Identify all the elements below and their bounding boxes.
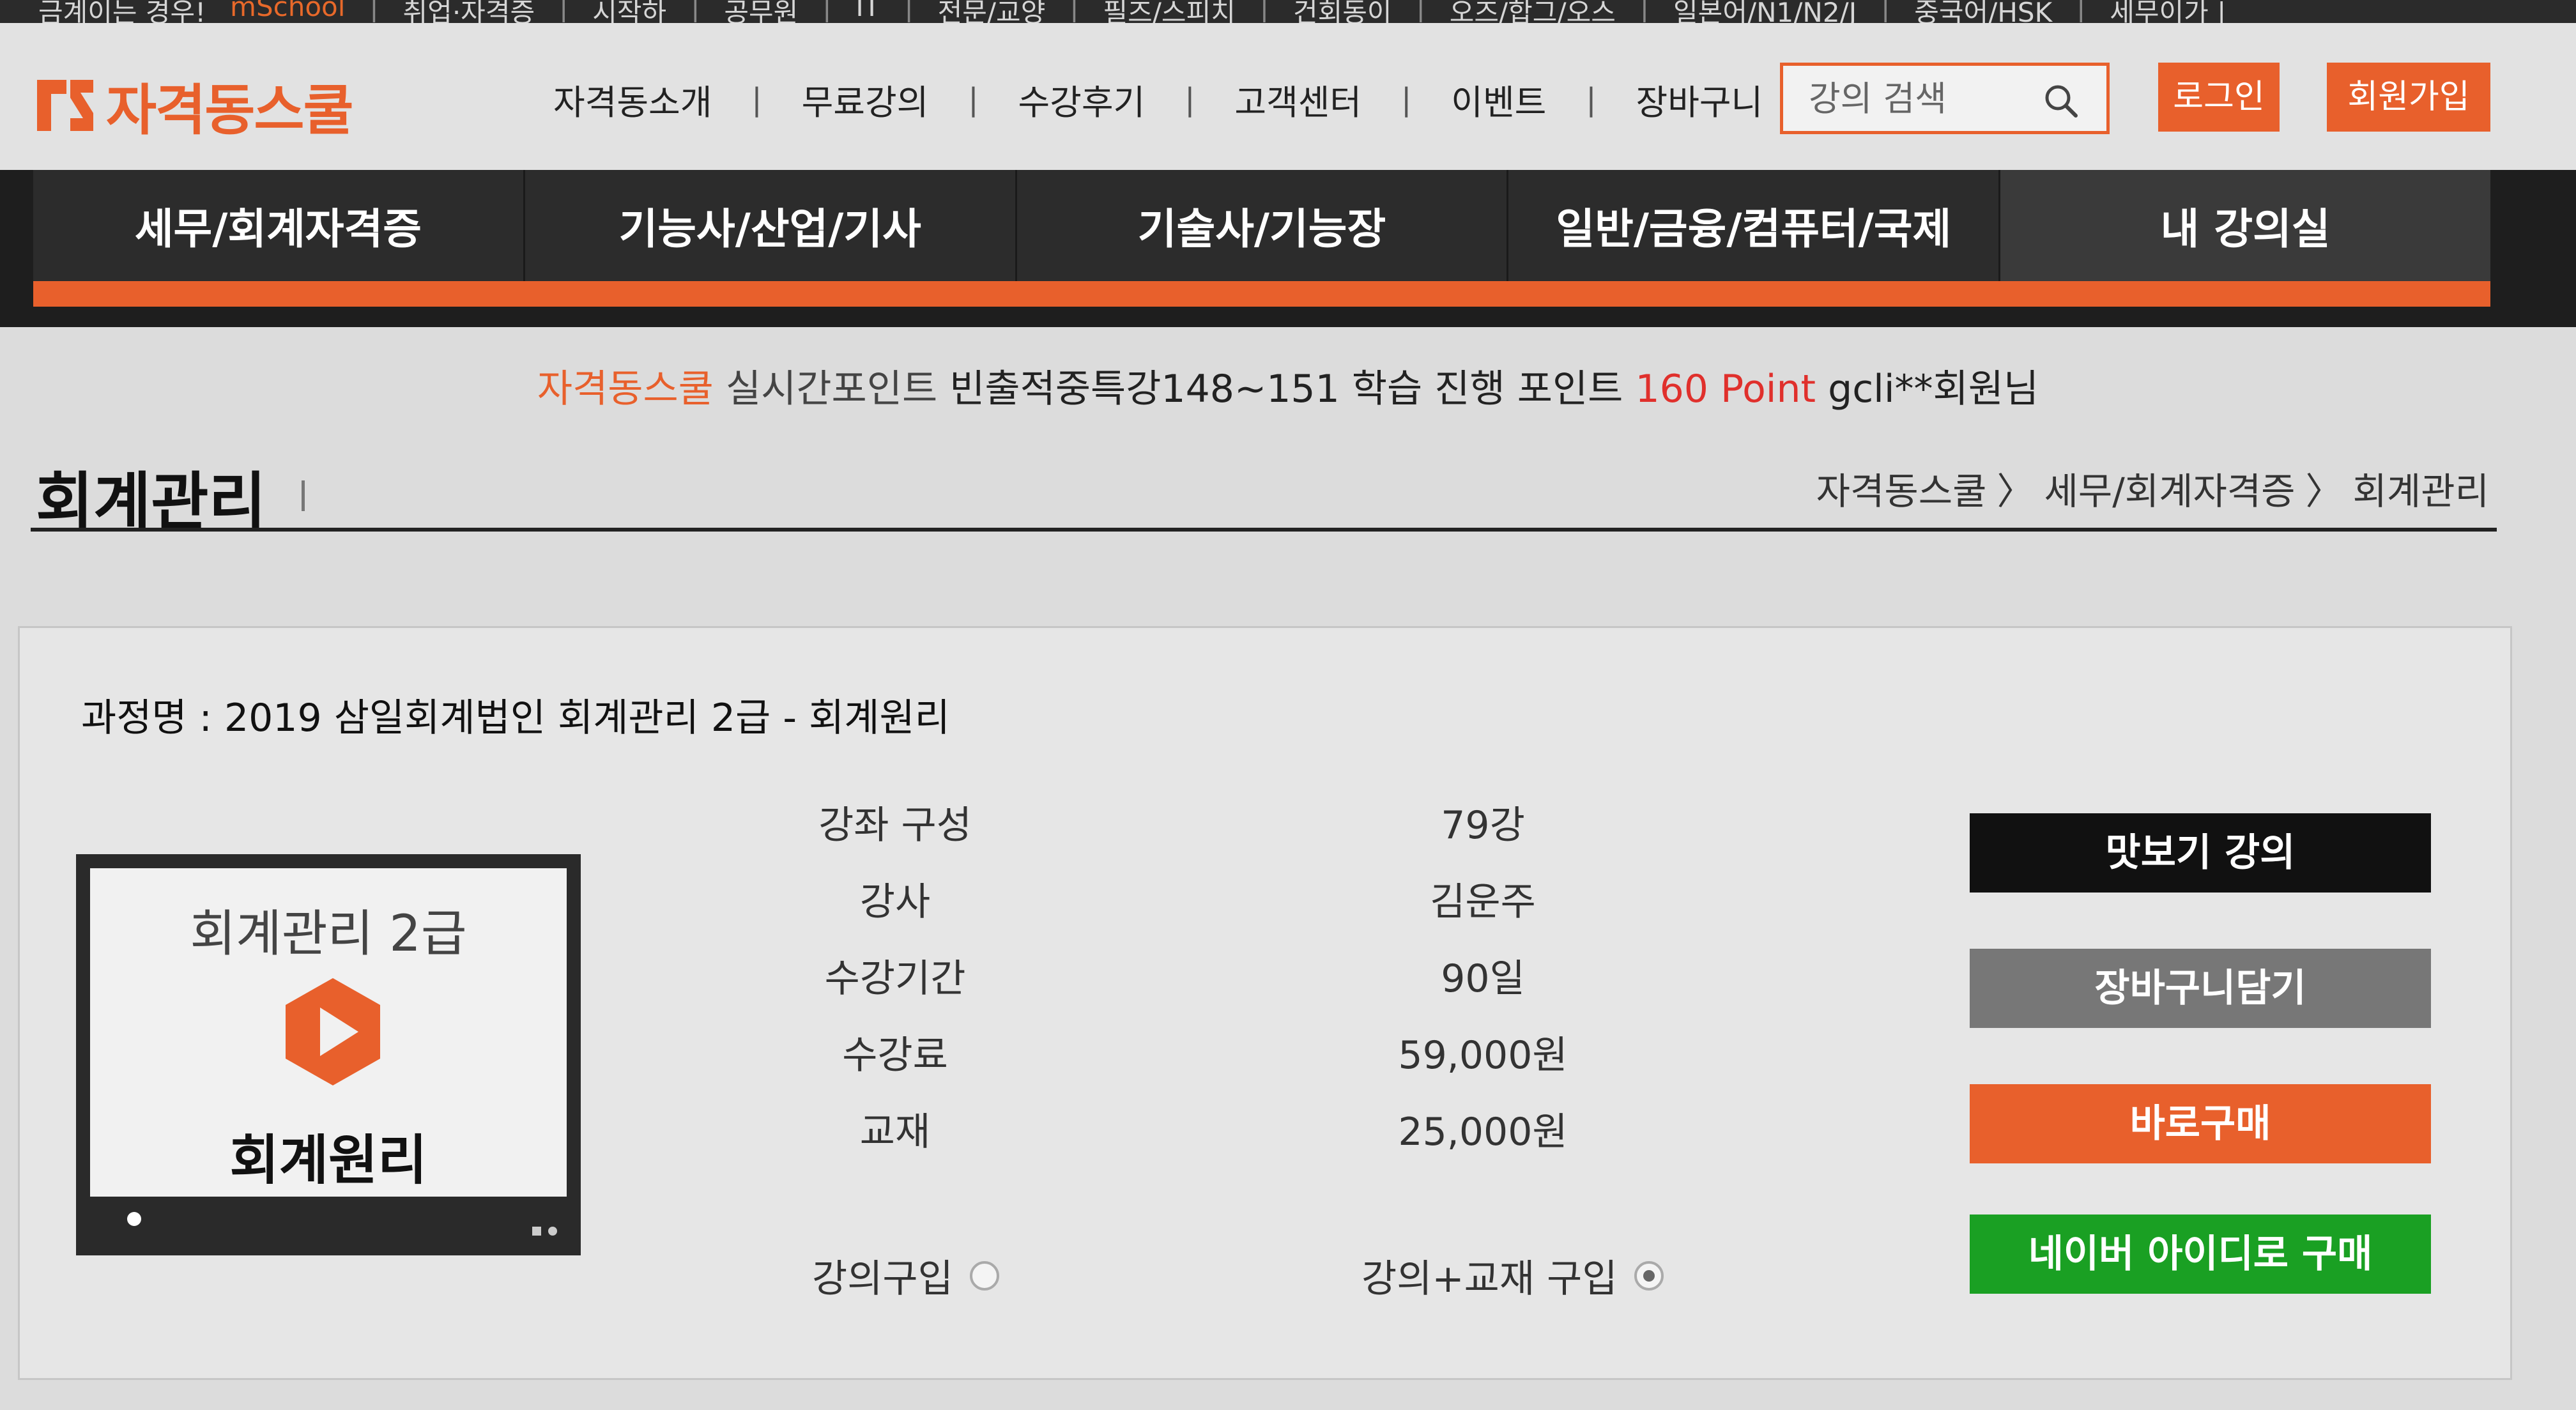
nav-item-reviews[interactable]: 수강후기 (1018, 74, 1145, 125)
info-key: 수강기간 (824, 956, 966, 1001)
info-value: 25,000원 (1398, 1110, 1568, 1154)
search-input[interactable] (1809, 77, 2039, 119)
info-value: 79강 (1441, 803, 1525, 848)
category-my-classroom[interactable]: 내 강의실 (2000, 170, 2490, 281)
logo-mark-icon (37, 79, 93, 131)
topbar-item[interactable]: 중국어/HSK (1914, 0, 2052, 23)
ticker-message: 빈출적중특강148~151 학습 진행 포인트 (949, 367, 1623, 411)
nav-item-events[interactable]: 이벤트 (1451, 74, 1546, 125)
buy-now-button[interactable]: 바로구매 (1970, 1084, 2431, 1163)
info-key: 강사 (859, 880, 931, 924)
topbar-item[interactable]: 건회동이 (1293, 0, 1392, 23)
info-value: 59,000원 (1398, 1033, 1568, 1078)
info-row: 교재 25,000원 (659, 1101, 1681, 1177)
topbar-item[interactable]: 오즈/합그/오스 (1450, 0, 1616, 23)
topbar-item[interactable]: 시작하 (592, 0, 666, 23)
topbar-item[interactable]: 취업·자격증 (403, 0, 535, 23)
nav-item-free-lectures[interactable]: 무료강의 (802, 74, 929, 125)
preview-lecture-button[interactable]: 맛보기 강의 (1970, 813, 2431, 893)
main-nav: 자격동소개 | 무료강의 | 수강후기 | 고객센터 | 이벤트 | 장바구니 (553, 74, 1763, 125)
nav-item-support[interactable]: 고객센터 (1234, 74, 1361, 125)
info-key: 교재 (859, 1110, 931, 1154)
chevron-right-icon: 〉 (1997, 470, 2034, 513)
option-lecture-and-book[interactable]: 강의+교재 구입 (1361, 1248, 1664, 1303)
site-header: 자격동스쿨 자격동소개 | 무료강의 | 수강후기 | 고객센터 | 이벤트 |… (0, 23, 2576, 170)
login-button[interactable]: 로그인 (2158, 63, 2280, 132)
power-light-icon (127, 1212, 141, 1226)
info-row: 수강료 59,000원 (659, 1024, 1681, 1101)
top-utility-bar: 금계이는 경우! ⅿSchool | 취업·자격증 | 시작하 | 공무원 | … (0, 0, 2576, 23)
topbar-item[interactable]: 공무원 (724, 0, 798, 23)
info-row: 수강기간 90일 (659, 947, 1681, 1024)
topbar-item[interactable]: 일본어/N1/N2/J (1673, 0, 1857, 23)
nav-item-cart[interactable]: 장바구니 (1636, 74, 1763, 125)
topbar-item[interactable]: IT (855, 0, 880, 23)
category-tax-accounting[interactable]: 세무/회계자격증 (33, 170, 525, 281)
naver-purchase-button[interactable]: 네이버 아이디로 구매 (1970, 1215, 2431, 1294)
logo-text: 자격동스쿨 (106, 79, 354, 142)
radio-lecture-only[interactable] (969, 1261, 999, 1291)
add-to-cart-button[interactable]: 장바구니담기 (1970, 949, 2431, 1028)
course-thumbnail[interactable]: 회계관리 2급 회계원리 (76, 854, 581, 1255)
breadcrumb-item[interactable]: 회계관리 (2353, 470, 2489, 513)
play-icon[interactable] (282, 976, 384, 1088)
option-lecture-label: 강의구입 (812, 1257, 953, 1301)
chevron-right-icon: 〉 (2305, 470, 2343, 513)
nav-item-about[interactable]: 자격동소개 (553, 74, 712, 125)
topbar-item[interactable]: 세무이가 | (2110, 0, 2226, 23)
breadcrumb-item[interactable]: 자격동스쿨 (1816, 470, 1987, 513)
option-lecture-only[interactable]: 강의구입 (812, 1248, 999, 1303)
info-row: 강사 김운주 (659, 871, 1681, 947)
ticker-user: gcli**회원님 (1828, 367, 2039, 411)
course-name: 과정명 : 2019 삼일회계법인 회계관리 2급 - 회계원리 (81, 696, 950, 740)
product-panel: 과정명 : 2019 삼일회계법인 회계관리 2급 - 회계원리 회계관리 2급… (18, 626, 2512, 1380)
info-key: 수강료 (842, 1033, 948, 1078)
info-value: 김운주 (1430, 880, 1536, 924)
radio-lecture-and-book[interactable] (1634, 1261, 1664, 1291)
info-value: 90일 (1441, 956, 1525, 1001)
site-logo[interactable]: 자격동스쿨 (33, 65, 354, 145)
signup-button[interactable]: 회원가입 (2327, 63, 2490, 132)
realtime-points-ticker: 자격동스쿨 실시간포인트 빈출적중특강148~151 학습 진행 포인트 160… (0, 358, 2576, 413)
option-lecture-book-label: 강의+교재 구입 (1361, 1257, 1618, 1301)
title-divider (302, 480, 305, 511)
monitor-controls-icon (532, 1227, 557, 1236)
topbar-item[interactable]: 금계이는 경우! (38, 0, 206, 23)
topbar-item[interactable]: 필즈/스피치 (1103, 0, 1236, 23)
info-row: 강좌 구성 79강 (659, 794, 1681, 871)
category-bar: 세무/회계자격증 기능사/산업/기사 기술사/기능장 일반/금융/컴퓨터/국제 … (0, 170, 2576, 327)
search-box (1780, 63, 2110, 134)
info-key: 강좌 구성 (818, 803, 972, 848)
category-underline (33, 281, 2490, 307)
ticker-points: 160 Point (1635, 367, 1816, 411)
breadcrumb: 자격동스쿨 〉 세무/회계자격증 〉 회계관리 (1816, 461, 2489, 515)
category-technician[interactable]: 기능사/산업/기사 (525, 170, 1017, 281)
ticker-label: 실시간포인트 (725, 367, 938, 411)
breadcrumb-item[interactable]: 세무/회계자격증 (2044, 470, 2295, 513)
topbar-item[interactable]: 전문/교양 (938, 0, 1046, 23)
category-engineer[interactable]: 기술사/기능장 (1016, 170, 1509, 281)
category-general[interactable]: 일반/금융/컴퓨터/국제 (1508, 170, 2001, 281)
topbar-highlight[interactable]: ⅿSchool (230, 0, 345, 23)
title-underline (31, 528, 2497, 532)
search-icon[interactable] (2043, 82, 2080, 119)
ticker-brand: 자격동스쿨 (537, 367, 714, 411)
course-info-table: 강좌 구성 79강 강사 김운주 수강기간 90일 수강료 59,000원 교재… (659, 794, 1681, 1177)
thumbnail-title: 회계관리 2급 (190, 905, 467, 963)
thumbnail-subtitle: 회계원리 (229, 1129, 427, 1192)
